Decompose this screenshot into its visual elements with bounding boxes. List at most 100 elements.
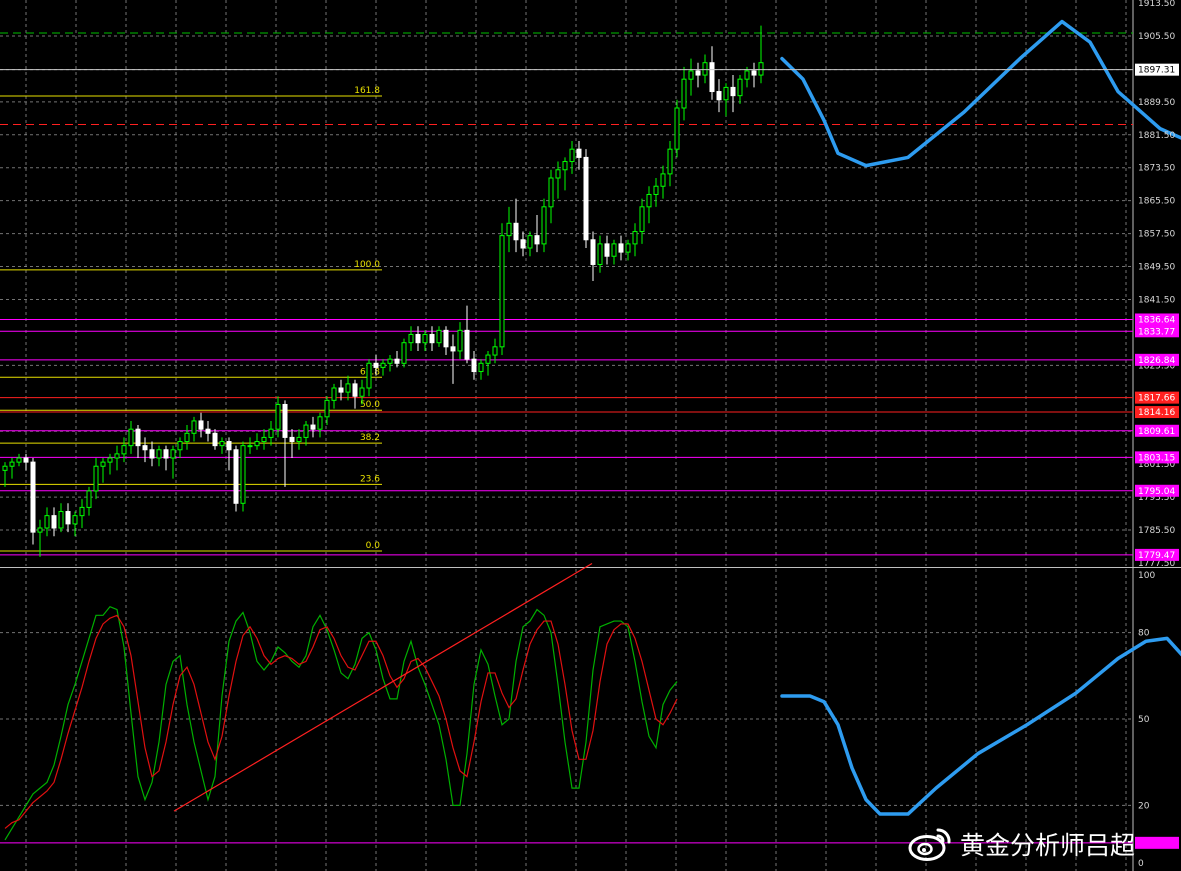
candle-body [401,342,407,364]
candle-body [156,449,162,459]
oscillator-tick-label: 50 [1138,715,1150,725]
candle-body [366,362,372,389]
candle-body [387,358,393,364]
trading-chart: 161.8100.061.850.038.223.60.01913.501905… [0,0,1181,871]
candle-body [37,527,43,533]
oscillator-level-tag [1135,836,1179,849]
candle-body [471,358,477,373]
candle-body [681,78,687,109]
candle-body [443,329,449,348]
candle-body [23,457,29,463]
candle-body [9,461,15,467]
fibonacci-level-label: 0.0 [366,541,381,551]
price-tick-label: 1889.50 [1138,98,1175,108]
candle-body [352,383,358,397]
candle-body [744,70,750,80]
candle-body [485,354,491,364]
candle-body [142,445,148,451]
candle-body [758,62,764,76]
candle-body [58,511,64,529]
candle-body [541,206,547,245]
candle-body [303,424,309,438]
price-level-tag-label: 1809.61 [1138,427,1175,437]
candle-body [415,333,421,344]
candle-body [254,441,260,447]
candle-body [191,420,197,434]
candle-body [660,173,666,187]
watermark-text: 黄金分析师吕超 [960,831,1136,860]
candle-body [44,515,50,529]
candle-body [632,231,638,245]
candle-body [604,243,610,257]
candle-body [597,243,603,265]
candle-body [163,449,169,459]
candle-body [219,441,225,447]
candle-body [268,428,274,438]
price-level-tag-label: 1814.16 [1138,408,1175,418]
oscillator-tick-label: 20 [1138,801,1150,811]
fibonacci-level-label: 161.8 [354,86,380,96]
candle-body [709,62,715,93]
candle-body [513,222,519,241]
candle-body [212,432,218,447]
candle-body [576,148,582,158]
candle-body [205,428,211,434]
candle-body [107,457,113,463]
candle-body [422,333,428,344]
price-level-tag-label: 1817.66 [1138,394,1175,404]
oscillator-trendline [173,562,593,812]
candle-body [289,436,295,443]
price-tick-label: 1905.50 [1138,32,1175,42]
candle-body [429,333,435,344]
candle-body [408,333,414,344]
candle-body [464,329,470,360]
stochastic-panel: 100 80 50 20 0 [0,562,1181,871]
price-level-tag-label: 1803.15 [1138,453,1175,463]
oscillator-tick-label: 0 [1138,859,1144,869]
candle-body [373,362,379,368]
candle-body [506,222,512,237]
candle-body [233,449,239,504]
candle-body [625,243,631,253]
candle-body [121,445,127,455]
price-level-tag-label: 1779.47 [1138,551,1175,561]
candle-body [275,403,281,430]
candle-body [611,243,617,257]
candle-body [457,329,463,352]
price-tick-label: 1857.50 [1138,230,1175,240]
candle-body [380,362,386,368]
candle-body [114,453,120,459]
candle-body [478,362,484,373]
candle-body [30,461,36,533]
candle-body [86,490,92,508]
price-level-tag-label: 1833.77 [1138,327,1175,337]
candle-body [702,62,708,76]
candle-body [646,193,652,208]
candle-body [751,70,757,76]
candle-body [450,346,456,352]
candle-body [324,399,330,418]
candle-body [331,387,337,401]
forecast-path [780,19,1181,168]
candle-body [590,239,596,265]
weibo-icon [908,828,951,861]
candle-body [198,420,204,430]
candle-body [135,428,141,447]
candle-body [674,107,680,150]
candle-body [128,428,134,447]
candle-body [527,235,533,249]
price-tick-label: 1849.50 [1138,263,1175,273]
candle-body [639,206,645,233]
candle-body [338,387,344,393]
oscillator-forecast-path [780,636,1181,816]
candle-body [177,441,183,451]
price-tick-label: 1785.50 [1138,526,1175,536]
candle-body [261,436,267,443]
candle-body [548,177,554,208]
candle-body [688,70,694,80]
price-level-tag-label: 1836.64 [1138,315,1175,325]
candle-body [653,185,659,195]
fibonacci-level-label: 23.6 [360,474,380,484]
candle-body [583,156,589,241]
price-tick-label: 1841.50 [1138,295,1175,305]
